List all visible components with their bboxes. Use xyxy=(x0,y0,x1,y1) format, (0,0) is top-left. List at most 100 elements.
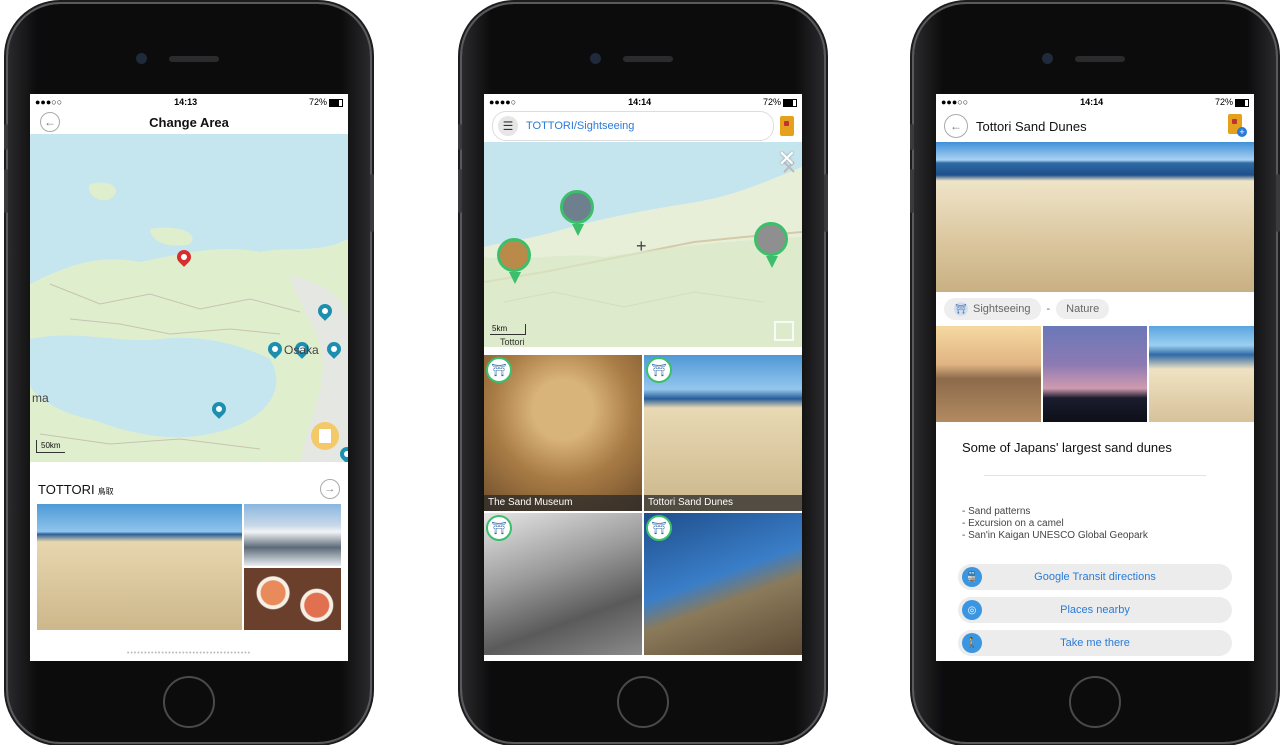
power-button xyxy=(824,174,828,232)
spiral-icon: ◎ xyxy=(962,600,982,620)
clock: 14:14 xyxy=(1080,97,1104,107)
places-nearby-button[interactable]: ◎ Places nearby xyxy=(958,597,1232,623)
home-button xyxy=(1069,676,1121,728)
battery-status: 72% xyxy=(1215,97,1249,107)
front-camera xyxy=(136,53,147,64)
map-label-osaka: Osaka xyxy=(284,343,319,357)
sightseeing-badge-icon: ⛩ xyxy=(486,515,512,541)
photo-strip[interactable] xyxy=(936,326,1254,422)
sightseeing-badge-icon: ⛩ xyxy=(646,357,672,383)
page-title: Change Area xyxy=(149,114,229,130)
area-name: TOTTORI 鳥取 xyxy=(38,481,114,497)
transit-directions-button[interactable]: 🚆 Google Transit directions xyxy=(958,564,1232,590)
spot-tile-sand-museum[interactable]: ⛩ The Sand Museum xyxy=(484,355,642,511)
divider xyxy=(984,475,1206,476)
highlight-item: - Sand patterns xyxy=(962,506,1031,517)
take-me-there-button[interactable]: 🚶 Take me there xyxy=(958,630,1232,656)
battery-status: 72% xyxy=(309,97,343,107)
front-camera xyxy=(1042,53,1053,64)
map-label-tottori: Tottori xyxy=(500,337,525,347)
guidebook-icon[interactable] xyxy=(780,116,794,136)
search-bar[interactable]: ☰ TOTTORI/Sightseeing xyxy=(492,111,774,141)
spot-highlights: - Sand patterns - Excursion on a camel -… xyxy=(936,506,1254,542)
list-view-button[interactable] xyxy=(311,422,339,450)
photo-sand-dunes xyxy=(37,504,242,630)
map-terrain xyxy=(30,182,348,462)
battery-icon xyxy=(1234,98,1249,107)
battery-icon xyxy=(328,98,343,107)
mute-switch xyxy=(910,124,914,150)
menu-button[interactable]: ☰ xyxy=(498,116,518,136)
spot-tile-coast[interactable]: ⛩ xyxy=(644,513,802,655)
area-open-button[interactable]: → xyxy=(320,479,340,499)
back-button[interactable]: ← xyxy=(944,114,968,138)
tag-sightseeing[interactable]: ⛩ Sightseeing xyxy=(944,298,1041,320)
phone-2: ●●●●○ 14:14 72% ☰ TOTTORI/Sightseeing ✕ … xyxy=(458,4,828,742)
screen: ●●●●○ 14:14 72% ☰ TOTTORI/Sightseeing ✕ … xyxy=(484,94,802,661)
hero-photo xyxy=(936,142,1254,292)
power-button xyxy=(370,174,374,232)
nav-bar: ← Change Area xyxy=(30,110,348,134)
carrier-signal: ●●●○○ xyxy=(941,97,969,107)
page-indicator[interactable]: •••••••••••••••••••••••••••••••••••• xyxy=(30,650,348,657)
home-button xyxy=(163,676,215,728)
photo-snow-mountain xyxy=(244,504,341,566)
search-text: TOTTORI/Sightseeing xyxy=(526,120,635,132)
tag-nature[interactable]: Nature xyxy=(1056,299,1110,319)
carrier-signal: ●●●○○ xyxy=(35,97,63,107)
screen: ●●●○○ 14:13 72% ← Change Area Osaka ma 5… xyxy=(30,94,348,661)
map-scale: 50km xyxy=(36,440,65,453)
photo-sunset-dunes xyxy=(936,326,1041,422)
walk-icon: 🚶 xyxy=(962,633,982,653)
top-bar: ☰ TOTTORI/Sightseeing xyxy=(484,110,802,142)
mute-switch xyxy=(458,124,462,150)
document-icon xyxy=(319,429,331,443)
spot-tile-sand-dunes[interactable]: ⛩ Tottori Sand Dunes xyxy=(644,355,802,511)
tag-row: ⛩ Sightseeing - Nature xyxy=(936,292,1254,326)
close-icon[interactable]: ✕ xyxy=(778,146,796,172)
status-bar: ●●●○○ 14:14 72% xyxy=(936,94,1254,110)
spot-tile-caption: Tottori Sand Dunes xyxy=(644,495,802,511)
spot-pin-onsen[interactable] xyxy=(754,222,788,268)
speaker xyxy=(169,56,219,62)
sightseeing-badge-icon: ⛩ xyxy=(486,357,512,383)
spot-headline: Some of Japans' largest sand dunes xyxy=(962,440,1172,455)
arrow-right-icon: → xyxy=(324,483,336,495)
map-scale: 5km xyxy=(490,324,527,335)
add-to-guidebook-button[interactable]: + xyxy=(1228,114,1247,137)
volume-up xyxy=(910,169,914,213)
plus-icon: + xyxy=(1237,127,1247,137)
volume-up xyxy=(4,169,8,213)
home-button xyxy=(617,676,669,728)
sightseeing-icon: ⛩ xyxy=(954,302,968,316)
photo-dusk-sky xyxy=(1042,326,1148,422)
tag-separator: - xyxy=(1046,303,1051,315)
status-bar: ●●●○○ 14:13 72% xyxy=(30,94,348,110)
phone-3: ●●●○○ 14:14 72% ← Tottori Sand Dunes + ⛩… xyxy=(910,4,1280,742)
area-section-header[interactable]: TOTTORI 鳥取 → xyxy=(30,474,348,504)
area-map[interactable]: Osaka ma 50km xyxy=(30,134,348,462)
sightseeing-badge-icon: ⛩ xyxy=(646,515,672,541)
screen: ●●●○○ 14:14 72% ← Tottori Sand Dunes + ⛩… xyxy=(936,94,1254,661)
nav-bar: ← Tottori Sand Dunes + xyxy=(936,110,1254,142)
train-icon: 🚆 xyxy=(962,567,982,587)
carrier-signal: ●●●●○ xyxy=(489,97,517,107)
map-label-edge: ma xyxy=(32,391,49,405)
arrow-left-icon: ← xyxy=(950,119,962,133)
spot-grid: ⛩ The Sand Museum ⛩ Tottori Sand Dunes ⛩… xyxy=(484,355,802,655)
spot-tile-onsen[interactable]: ⛩ xyxy=(484,513,642,655)
spot-pin-museum[interactable] xyxy=(497,238,531,284)
phone-1: ●●●○○ 14:13 72% ← Change Area Osaka ma 5… xyxy=(4,4,374,742)
mute-switch xyxy=(4,124,8,150)
photo-dunes-people xyxy=(1149,326,1254,422)
highlight-item: - San'in Kaigan UNESCO Global Geopark xyxy=(962,530,1148,541)
battery-icon xyxy=(782,98,797,107)
crosshair-icon: + xyxy=(636,236,647,256)
spot-pin-coast[interactable] xyxy=(560,190,594,236)
spot-map[interactable]: ✕ + 5km Tottori xyxy=(484,142,802,347)
clock: 14:13 xyxy=(174,97,198,107)
speaker xyxy=(623,56,673,62)
expand-icon[interactable] xyxy=(774,321,794,341)
area-photos[interactable] xyxy=(30,504,348,630)
photo-seafood xyxy=(244,568,341,630)
